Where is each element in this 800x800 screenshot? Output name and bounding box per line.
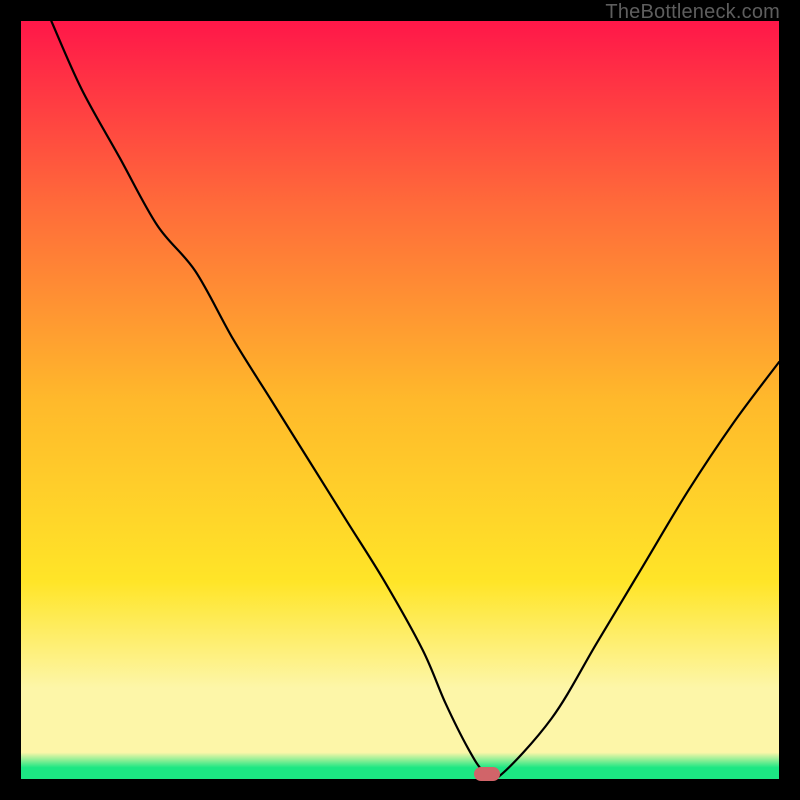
watermark-text: TheBottleneck.com [605, 1, 780, 24]
plot-area [21, 21, 779, 779]
optimum-marker [474, 767, 500, 781]
chart-frame: TheBottleneck.com [0, 0, 800, 800]
bottleneck-curve [21, 21, 779, 779]
